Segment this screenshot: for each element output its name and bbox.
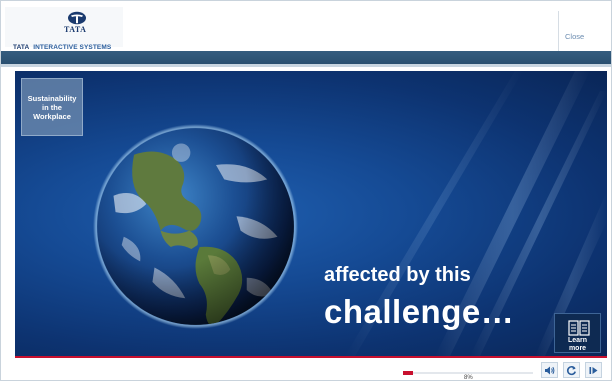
logo-wordmark: TATA [64, 25, 87, 34]
learn-more-label: Learn more [555, 337, 600, 352]
book-icon [568, 320, 590, 336]
progress-bar [403, 371, 533, 375]
earth-globe-image [93, 124, 298, 329]
close-button[interactable]: Close [565, 32, 584, 41]
replay-icon [566, 365, 576, 375]
badge-line: Workplace [33, 111, 71, 121]
badge-line: Sustainability [27, 93, 77, 103]
caption-line-2: challenge… [324, 293, 515, 330]
replay-button[interactable] [563, 362, 580, 378]
company-brand: TATA [13, 44, 30, 51]
player-footer: 8% [1, 358, 611, 381]
next-icon [589, 366, 598, 374]
badge-line: in the [41, 102, 62, 112]
progress-fill [403, 371, 414, 375]
learn-more-label-line: Learn [567, 337, 588, 344]
next-button[interactable] [585, 362, 602, 378]
progress-percent: 8% [464, 375, 473, 381]
speaker-icon [545, 366, 555, 374]
app-window: TATA TATA INTERACTIVE SYSTEMS Close Sust… [0, 0, 612, 381]
header-band [1, 51, 611, 64]
audio-button[interactable] [541, 362, 558, 378]
company-name: TATA INTERACTIVE SYSTEMS [13, 44, 111, 51]
band-underline [1, 64, 611, 67]
tata-emblem-icon [68, 11, 86, 25]
course-title-badge: Sustainability in the Workplace [21, 78, 83, 136]
logo: TATA TATA INTERACTIVE SYSTEMS [5, 7, 123, 51]
slide-stage: Sustainability in the Workplace affected… [15, 71, 607, 356]
caption-line-1: affected by this [324, 264, 471, 286]
header: TATA TATA INTERACTIVE SYSTEMS Close [1, 1, 611, 51]
company-suffix: INTERACTIVE SYSTEMS [33, 44, 112, 51]
header-divider [558, 11, 559, 51]
learn-more-button[interactable]: Learn more [554, 313, 601, 353]
learn-more-label-line: more [568, 344, 587, 352]
